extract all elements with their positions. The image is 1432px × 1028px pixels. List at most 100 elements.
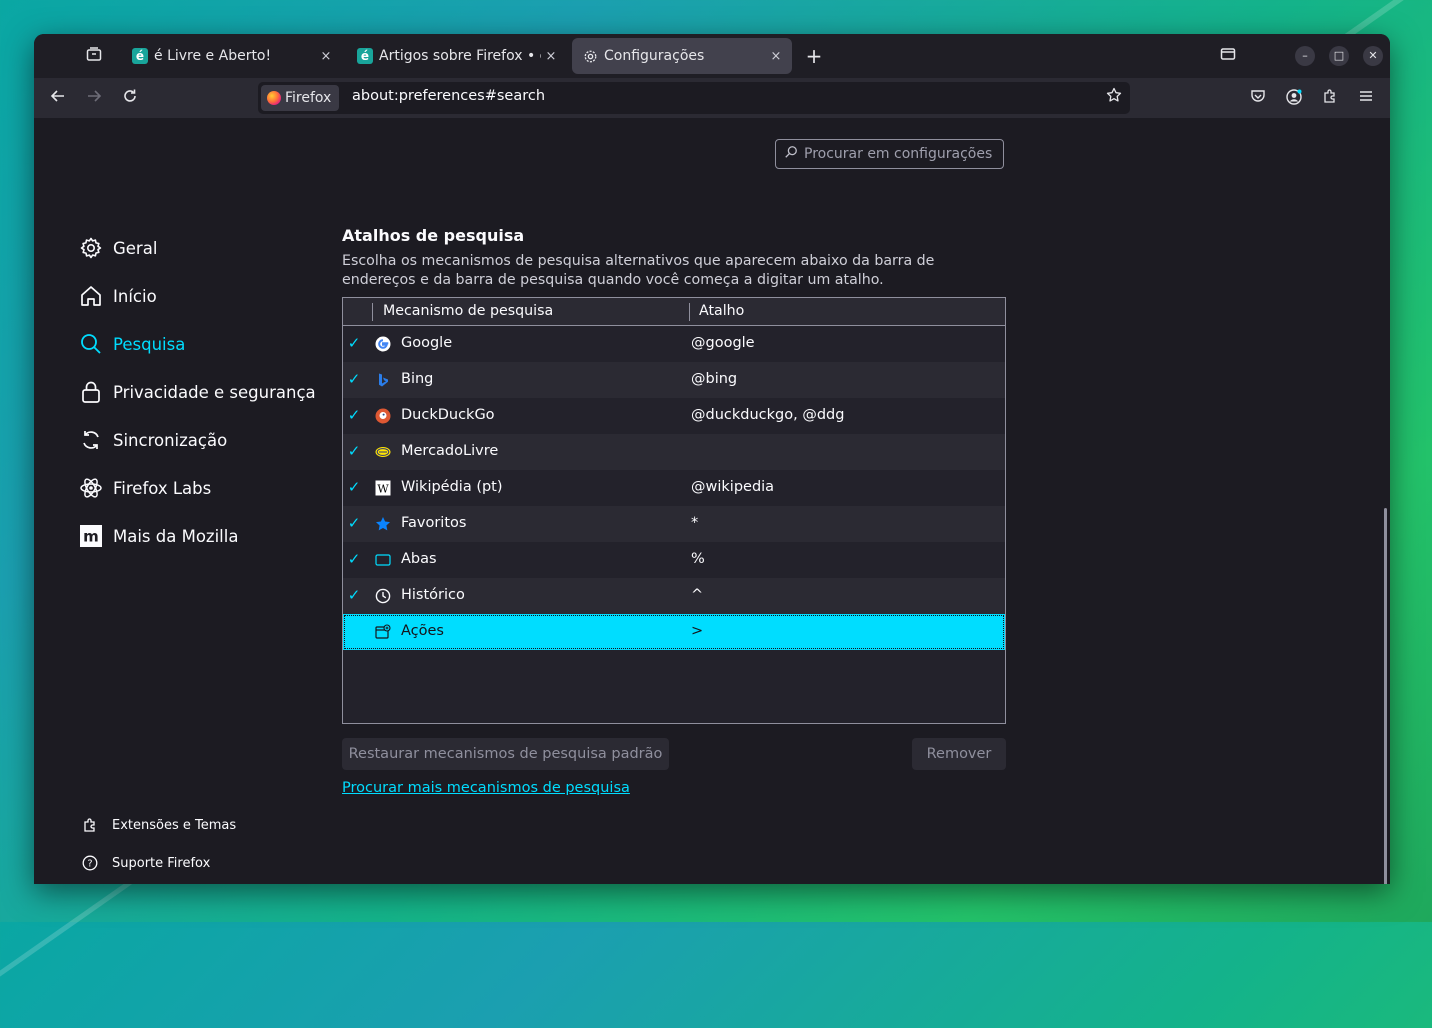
new-tab-button[interactable]: + — [804, 46, 824, 66]
search-icon — [79, 332, 103, 356]
restore-defaults-button[interactable]: Restaurar mecanismos de pesquisa padrão — [342, 738, 669, 770]
category-mais-mozilla[interactable]: m Mais da Mozilla — [79, 520, 238, 552]
engine-keyword[interactable]: % — [691, 551, 705, 567]
browser-window: é é Livre e Aberto! × é Artigos sobre Fi… — [34, 34, 1390, 884]
engine-keyword[interactable]: ^ — [691, 587, 703, 603]
extensions-button[interactable] — [1320, 88, 1340, 108]
column-separator — [372, 303, 373, 321]
gear-icon — [79, 236, 103, 260]
checkmark-icon[interactable]: ✓ — [346, 551, 362, 567]
tab-livre-e-aberto[interactable]: é é Livre e Aberto! × — [122, 38, 342, 74]
table-row[interactable]: ✓ DuckDuckGo @duckduckgo, @ddg — [343, 398, 1005, 434]
category-label: Geral — [113, 238, 158, 258]
category-label: Pesquisa — [113, 334, 186, 354]
table-row[interactable]: ✓ Google @google — [343, 326, 1005, 362]
scrollbar[interactable] — [1384, 508, 1387, 884]
window-close-button[interactable]: ✕ — [1363, 46, 1383, 66]
star-icon — [375, 516, 391, 532]
section-title: Atalhos de pesquisa — [342, 226, 525, 245]
table-row[interactable]: ✓ W Wikipédia (pt) @wikipedia — [343, 470, 1005, 506]
checkmark-icon[interactable]: ✓ — [346, 407, 362, 423]
hamburger-menu-icon — [1360, 91, 1372, 101]
list-all-tabs-button[interactable] — [1218, 46, 1238, 66]
category-sincronizacao[interactable]: Sincronização — [79, 424, 227, 456]
column-header-keyword[interactable]: Atalho — [699, 303, 744, 319]
engine-name: Abas — [401, 551, 437, 567]
checkmark-icon[interactable]: ✓ — [346, 587, 362, 603]
url-bar[interactable]: Firefox about:preferences#search — [258, 82, 1130, 114]
star-outline-icon — [1106, 87, 1122, 102]
table-row[interactable]: ✓ Abas % — [343, 542, 1005, 578]
reload-icon — [124, 89, 136, 102]
tab-title: é Livre e Aberto! — [154, 48, 272, 64]
bookmark-star-button[interactable] — [1104, 87, 1124, 107]
url-text[interactable]: about:preferences#search — [352, 88, 545, 104]
engine-name: DuckDuckGo — [401, 407, 495, 423]
engine-keyword[interactable]: * — [691, 515, 698, 531]
duckduckgo-icon — [375, 408, 391, 424]
category-firefox-labs[interactable]: Firefox Labs — [79, 472, 211, 504]
tab-artigos-firefox[interactable]: é Artigos sobre Firefox • é L × — [347, 38, 567, 74]
firefox-support-link[interactable]: ? Suporte Firefox — [81, 854, 210, 872]
clock-icon — [375, 588, 391, 604]
forward-button[interactable] — [84, 88, 104, 108]
table-row[interactable]: ✓ MercadoLivre — [343, 434, 1005, 470]
table-row[interactable]: ✓ Bing @bing — [343, 362, 1005, 398]
table-row-selected[interactable]: Ações > — [343, 614, 1005, 650]
engine-keyword[interactable]: > — [691, 623, 703, 639]
tab-close-button[interactable]: × — [766, 49, 786, 64]
section-description: Escolha os mecanismos de pesquisa altern… — [342, 253, 935, 288]
engine-keyword[interactable]: @wikipedia — [691, 479, 774, 495]
mercadolivre-icon — [375, 444, 391, 460]
table-row[interactable]: ✓ Histórico ^ — [343, 578, 1005, 614]
engine-name: Histórico — [401, 587, 465, 603]
engine-name: Favoritos — [401, 515, 467, 531]
help-icon: ? — [81, 854, 99, 872]
category-geral[interactable]: Geral — [79, 232, 157, 264]
checkmark-icon[interactable]: ✓ — [346, 371, 362, 387]
reload-button[interactable] — [120, 88, 140, 108]
checkmark-icon[interactable]: ✓ — [346, 335, 362, 351]
column-header-engine[interactable]: Mecanismo de pesquisa — [383, 303, 553, 319]
engine-keyword[interactable]: @bing — [691, 371, 737, 387]
arrow-right-icon — [88, 90, 102, 102]
find-more-engines-link[interactable]: Procurar mais mecanismos de pesquisa — [342, 780, 630, 796]
minimize-button[interactable]: – — [1295, 46, 1315, 66]
firefox-view-button[interactable] — [84, 46, 104, 66]
gear-icon — [582, 48, 598, 64]
footer-link-label: Extensões e Temas — [112, 817, 237, 833]
maximize-button[interactable]: □ — [1329, 46, 1349, 66]
puzzle-icon — [1324, 89, 1335, 103]
tab-title: Artigos sobre Firefox • é L — [379, 48, 541, 64]
actions-icon — [375, 624, 391, 640]
navigation-bar: Firefox about:preferences#search — [34, 78, 1390, 118]
el-logo-icon: é — [357, 48, 373, 64]
category-inicio[interactable]: Início — [79, 280, 157, 312]
identity-box[interactable]: Firefox — [261, 85, 340, 111]
tab-list-icon — [1220, 48, 1236, 60]
firefox-logo-icon — [267, 91, 281, 105]
tab-configuracoes[interactable]: Configurações × — [572, 38, 792, 74]
checkmark-icon[interactable]: ✓ — [346, 479, 362, 495]
preferences-search-input[interactable]: Procurar em configurações — [775, 139, 1004, 169]
tab-icon — [375, 552, 391, 568]
svg-text:W: W — [377, 483, 389, 496]
back-button[interactable] — [48, 88, 68, 108]
remove-button[interactable]: Remover — [912, 738, 1006, 770]
search-engines-table[interactable]: Mecanismo de pesquisa Atalho ✓ Google @g… — [342, 297, 1006, 724]
engine-keyword[interactable]: @duckduckgo, @ddg — [691, 407, 844, 423]
app-menu-button[interactable] — [1356, 88, 1376, 108]
wikipedia-icon: W — [375, 480, 391, 496]
tab-close-button[interactable]: × — [541, 49, 561, 64]
category-privacidade[interactable]: Privacidade e segurança — [79, 376, 316, 408]
identity-label: Firefox — [285, 90, 332, 106]
checkmark-icon[interactable]: ✓ — [346, 443, 362, 459]
extensions-themes-link[interactable]: Extensões e Temas — [81, 816, 236, 834]
engine-keyword[interactable]: @google — [691, 335, 755, 351]
account-button[interactable] — [1284, 88, 1304, 108]
tab-close-button[interactable]: × — [316, 49, 336, 64]
table-row[interactable]: ✓ Favoritos * — [343, 506, 1005, 542]
pocket-button[interactable] — [1248, 88, 1268, 108]
checkmark-icon[interactable]: ✓ — [346, 515, 362, 531]
category-pesquisa[interactable]: Pesquisa — [79, 328, 185, 360]
